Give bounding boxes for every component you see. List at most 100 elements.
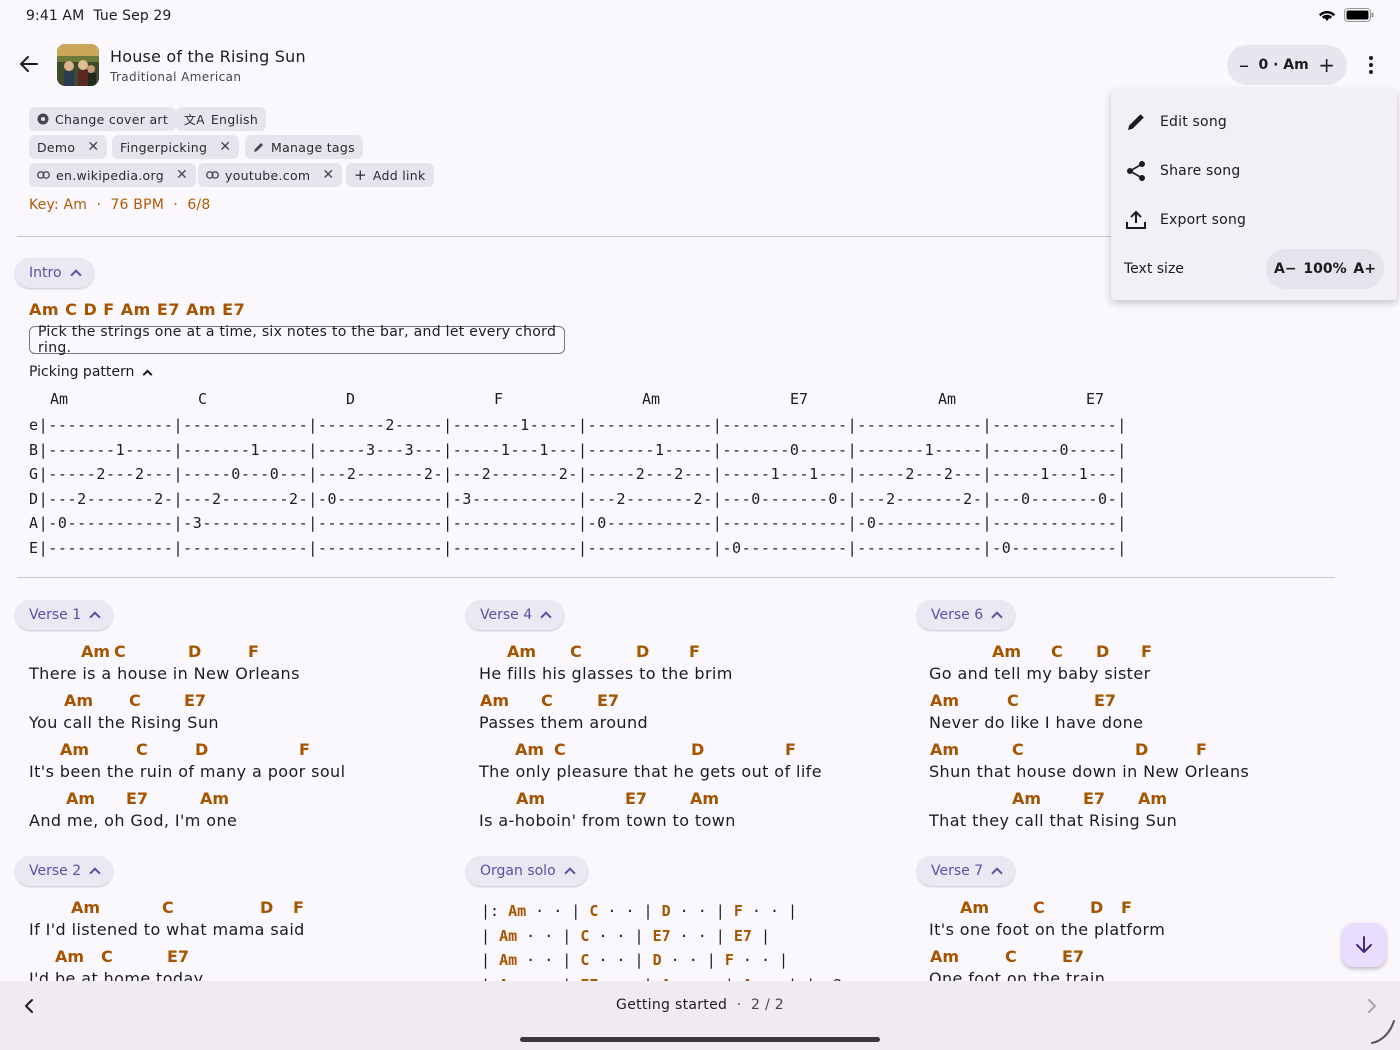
- tab-chord: C: [198, 390, 208, 408]
- transpose-value: 0 · Am: [1258, 57, 1309, 73]
- chord: Am: [930, 740, 960, 759]
- chord: D: [691, 740, 705, 759]
- chord: F: [724, 951, 734, 969]
- tag-chip-demo[interactable]: Demo ✕: [29, 135, 108, 159]
- tab-chord: E7: [790, 390, 809, 408]
- more-options-button[interactable]: [1360, 52, 1382, 78]
- link-chip-wikipedia[interactable]: en.wikipedia.org ✕: [29, 163, 196, 187]
- chord: Am: [66, 789, 96, 808]
- chord: D: [652, 951, 662, 969]
- picking-pattern-toggle[interactable]: Picking pattern: [29, 364, 153, 380]
- upload-icon: [1126, 210, 1146, 229]
- language-chip[interactable]: 文A English: [176, 107, 267, 131]
- chord: C: [1012, 740, 1024, 759]
- chord: E7: [733, 926, 752, 945]
- text-size-control: A− 100% A+: [1266, 249, 1384, 289]
- status-bar: 9:41 AM Tue Sep 29: [0, 0, 1400, 34]
- chord-grid-row: | Am · · | C · · | D · · | F · · |: [481, 951, 789, 969]
- chord: F: [248, 642, 259, 661]
- next-song-button[interactable]: [1361, 995, 1383, 1017]
- menu-item-export-song[interactable]: Export song: [1111, 196, 1397, 244]
- battery-icon: [1344, 8, 1374, 22]
- chord: Am: [515, 740, 545, 759]
- change-cover-chip[interactable]: Change cover art: [29, 107, 177, 131]
- overflow-menu: Edit song Share song Export song Text si…: [1111, 89, 1397, 300]
- manage-tags-chip[interactable]: Manage tags: [245, 135, 363, 159]
- chord: C: [1033, 898, 1045, 917]
- chord: Am: [960, 898, 990, 917]
- chord: D: [195, 740, 209, 759]
- tag-chip-fingerpicking[interactable]: Fingerpicking ✕: [112, 135, 240, 159]
- chevron-up-icon: [563, 867, 576, 879]
- chord: E7: [597, 691, 620, 710]
- tab-chord: E7: [1086, 390, 1105, 408]
- chord: Am: [1012, 789, 1042, 808]
- playlist-indicator[interactable]: Getting started · 2 / 2: [0, 997, 1400, 1013]
- section-header-verse-4[interactable]: Verse 4: [466, 600, 565, 630]
- arrow-back-icon: [20, 56, 38, 72]
- album-art-image: [57, 44, 99, 86]
- chord: Am: [992, 642, 1022, 661]
- section-header-verse-1[interactable]: Verse 1: [15, 600, 114, 630]
- lyric-line: If I'd listened to what mama said: [29, 920, 305, 939]
- chevron-right-icon: [1368, 999, 1376, 1013]
- chord: E7: [184, 691, 207, 710]
- chord: E7: [1062, 947, 1085, 966]
- remove-tag-demo-icon[interactable]: ✕: [87, 139, 99, 155]
- back-button[interactable]: [14, 48, 44, 80]
- chord: F: [785, 740, 796, 759]
- chord: C: [129, 691, 141, 710]
- scroll-down-button[interactable]: [1342, 923, 1386, 967]
- tab-chord: Am: [50, 390, 69, 408]
- text-size-value: 100%: [1303, 261, 1347, 277]
- section-header-verse-2[interactable]: Verse 2: [15, 856, 114, 886]
- chord: Am: [60, 740, 90, 759]
- increase-text-size-button[interactable]: A+: [1353, 261, 1376, 277]
- tab-chord: Am: [938, 390, 957, 408]
- transpose-up-button[interactable]: +: [1318, 53, 1335, 77]
- chord: D: [1096, 642, 1110, 661]
- link-chip-youtube[interactable]: youtube.com ✕: [198, 163, 343, 187]
- chord: C: [114, 642, 126, 661]
- chord: D: [1135, 740, 1149, 759]
- chord: D: [1090, 898, 1104, 917]
- decrease-text-size-button[interactable]: A−: [1274, 261, 1297, 277]
- lyric-line: You call the Rising Sun: [29, 713, 219, 732]
- text-size-label: Text size: [1124, 261, 1184, 277]
- chord: Am: [930, 947, 960, 966]
- lyric-line: He fills his glasses to the brim: [479, 664, 733, 683]
- intro-note: Pick the strings one at a time, six note…: [29, 324, 565, 356]
- chord: E7: [1094, 691, 1117, 710]
- section-header-organ-solo[interactable]: Organ solo: [466, 856, 588, 886]
- chord: C: [570, 642, 582, 661]
- chord: Am: [507, 642, 537, 661]
- intro-chord-line: Am C D F Am E7 Am E7: [29, 300, 246, 319]
- chevron-up-icon: [89, 867, 101, 879]
- divider: [17, 236, 1115, 237]
- menu-item-edit-song[interactable]: Edit song: [1111, 98, 1397, 146]
- section-header-verse-7[interactable]: Verse 7: [917, 856, 1016, 886]
- lyric-line: Passes them around: [479, 713, 649, 732]
- remove-link-youtube-icon[interactable]: ✕: [322, 167, 334, 183]
- chevron-up-icon: [89, 611, 101, 623]
- link-icon: [37, 171, 50, 179]
- menu-item-share-song[interactable]: Share song: [1111, 147, 1397, 195]
- remove-link-wikipedia-icon[interactable]: ✕: [176, 167, 188, 183]
- chord: Am: [930, 691, 960, 710]
- section-header-intro[interactable]: Intro: [15, 258, 94, 288]
- remove-tag-fingerpicking-icon[interactable]: ✕: [219, 139, 231, 155]
- transpose-control: – 0 · Am +: [1227, 45, 1347, 85]
- chevron-up-icon: [69, 269, 82, 281]
- wifi-icon: [1319, 10, 1335, 21]
- section-header-verse-6[interactable]: Verse 6: [917, 600, 1016, 630]
- cover-art[interactable]: [57, 44, 99, 86]
- chord: Am: [516, 789, 546, 808]
- chord: Am: [71, 898, 101, 917]
- chord: Am: [690, 789, 720, 808]
- home-indicator[interactable]: [520, 1037, 880, 1042]
- transpose-down-button[interactable]: –: [1239, 53, 1249, 77]
- add-link-chip[interactable]: + Add link: [346, 163, 434, 187]
- lyric-line: Go and tell my baby sister: [929, 664, 1151, 683]
- lyric-line: That they call that Rising Sun: [929, 811, 1178, 830]
- chord: Am: [480, 691, 510, 710]
